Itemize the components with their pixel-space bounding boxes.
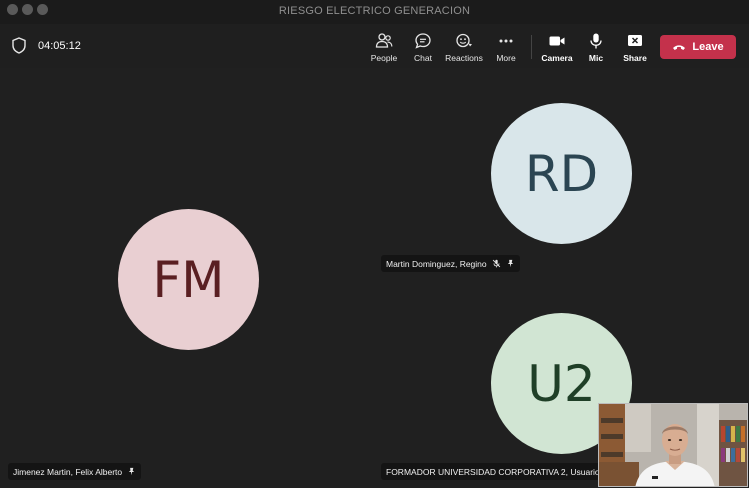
more-label: More bbox=[496, 53, 516, 63]
mic-muted-icon bbox=[492, 259, 500, 268]
reactions-icon bbox=[456, 33, 472, 48]
share-icon bbox=[628, 35, 642, 46]
meeting-timer: 04:05:12 bbox=[38, 40, 81, 52]
pin-icon bbox=[507, 259, 513, 268]
window-title: RIESGO ELECTRICO GENERACION bbox=[278, 5, 471, 17]
mic-label: Mic bbox=[588, 53, 604, 63]
pin-icon bbox=[128, 467, 135, 476]
toolbar-divider bbox=[531, 35, 532, 59]
chat-button[interactable]: Chat bbox=[402, 32, 444, 64]
people-label: People bbox=[370, 53, 398, 63]
participant-nametag: Jimenez Martin, Felix Alberto bbox=[8, 463, 142, 480]
participant-nametag: FORMADOR UNIVERSIDAD CORPORATIVA 2, Usua… bbox=[381, 463, 605, 480]
participant-nametag: Martin Dominguez, Regino bbox=[381, 255, 520, 272]
reactions-button[interactable]: Reactions bbox=[443, 32, 485, 64]
chat-icon bbox=[415, 33, 431, 49]
camera-button[interactable]: Camera bbox=[536, 32, 578, 64]
more-button[interactable]: More bbox=[485, 32, 527, 64]
camera-icon bbox=[549, 36, 565, 46]
more-icon bbox=[499, 39, 513, 43]
share-label: Share bbox=[623, 53, 647, 63]
participant-avatar-rd[interactable]: RD bbox=[491, 103, 632, 244]
participant-name: FORMADOR UNIVERSIDAD CORPORATIVA 2, Usua… bbox=[386, 466, 600, 477]
participant-name: Martin Dominguez, Regino bbox=[386, 258, 487, 269]
people-button[interactable]: People bbox=[363, 32, 405, 64]
camera-label: Camera bbox=[541, 53, 573, 63]
leave-button[interactable]: Leave bbox=[660, 35, 736, 59]
hang-up-icon bbox=[673, 45, 686, 50]
share-button[interactable]: Share bbox=[614, 32, 656, 64]
meeting-toolbar: 04:05:12 People Chat Reactions More Came… bbox=[0, 24, 749, 68]
people-icon bbox=[375, 33, 393, 48]
self-view-video[interactable] bbox=[598, 403, 748, 487]
reactions-label: Reactions bbox=[445, 53, 483, 63]
chat-label: Chat bbox=[414, 53, 432, 63]
participant-name: Jimenez Martin, Felix Alberto bbox=[13, 466, 123, 477]
title-bar: RIESGO ELECTRICO GENERACION bbox=[0, 0, 749, 24]
mic-icon bbox=[590, 33, 602, 49]
participant-avatar-fm[interactable]: FM bbox=[118, 209, 259, 350]
self-view-image bbox=[599, 404, 747, 486]
mic-button[interactable]: Mic bbox=[575, 32, 617, 64]
shield-icon[interactable] bbox=[12, 37, 26, 54]
leave-label: Leave bbox=[692, 41, 724, 53]
